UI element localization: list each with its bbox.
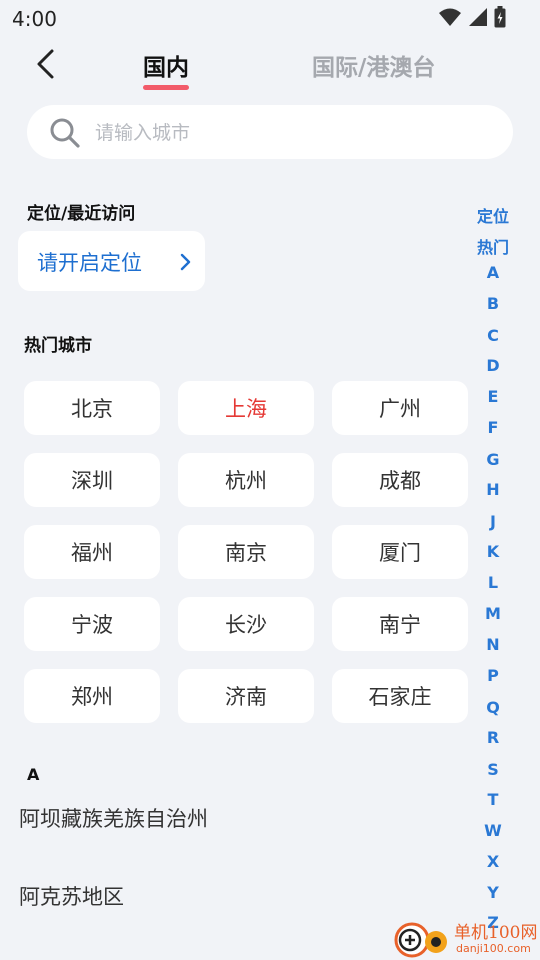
- hot-city-button[interactable]: 福州: [24, 525, 160, 579]
- alphabet-index[interactable]: 定位 热门 A B C D E F G H J K L M N P Q R S …: [472, 200, 514, 940]
- enable-location-label: 请开启定位: [37, 251, 142, 275]
- hot-city-button[interactable]: 深圳: [24, 453, 160, 507]
- index-item-d[interactable]: D: [472, 356, 514, 375]
- hot-city-grid: 北京 上海 广州 深圳 杭州 成都 福州 南京 厦门 宁波 长沙 南宁 郑州 济…: [24, 381, 468, 723]
- city-list-item[interactable]: 阿坝藏族羌族自治州: [19, 803, 208, 833]
- search-bar[interactable]: [27, 105, 513, 159]
- status-icons: [438, 6, 506, 28]
- hot-city-button[interactable]: 济南: [178, 669, 314, 723]
- index-item-k[interactable]: K: [472, 542, 514, 561]
- hot-city-button[interactable]: 成都: [332, 453, 468, 507]
- chevron-right-icon: [180, 253, 191, 271]
- index-item-location[interactable]: 定位: [472, 203, 514, 227]
- hot-city-button[interactable]: 南宁: [332, 597, 468, 651]
- index-item-h[interactable]: H: [472, 480, 514, 499]
- hot-cities-title: 热门城市: [24, 336, 92, 356]
- city-list-item[interactable]: 阿克苏地区: [19, 881, 124, 911]
- hot-city-button[interactable]: 郑州: [24, 669, 160, 723]
- index-item-p[interactable]: P: [472, 666, 514, 685]
- watermark-url: danji100.com: [456, 942, 531, 955]
- list-letter-header: A: [27, 765, 40, 784]
- index-item-r[interactable]: R: [472, 728, 514, 747]
- cell-signal-icon: [469, 8, 487, 26]
- hot-city-button[interactable]: 北京: [24, 381, 160, 435]
- hot-city-button[interactable]: 石家庄: [332, 669, 468, 723]
- tab-international[interactable]: 国际/港澳台: [312, 48, 435, 82]
- hot-city-button[interactable]: 南京: [178, 525, 314, 579]
- hot-city-button[interactable]: 长沙: [178, 597, 314, 651]
- index-item-l[interactable]: L: [472, 573, 514, 592]
- hot-city-button[interactable]: 杭州: [178, 453, 314, 507]
- index-item-s[interactable]: S: [472, 760, 514, 779]
- battery-icon: [494, 6, 506, 28]
- index-item-g[interactable]: G: [472, 450, 514, 469]
- search-input[interactable]: [93, 117, 477, 149]
- index-item-a[interactable]: A: [472, 263, 514, 282]
- index-item-m[interactable]: M: [472, 604, 514, 623]
- status-time: 4:00: [12, 7, 57, 31]
- watermark: 单机100网 danji100.com: [392, 916, 540, 960]
- index-item-e[interactable]: E: [472, 387, 514, 406]
- watermark-title: 单机100网: [454, 923, 538, 943]
- hot-city-button[interactable]: 厦门: [332, 525, 468, 579]
- index-item-f[interactable]: F: [472, 418, 514, 437]
- index-item-y[interactable]: Y: [472, 883, 514, 902]
- wifi-icon: [439, 8, 461, 26]
- watermark-logo-icon: [394, 922, 447, 958]
- index-item-hot[interactable]: 热门: [472, 234, 514, 258]
- hot-city-button[interactable]: 广州: [332, 381, 468, 435]
- index-item-q[interactable]: Q: [472, 698, 514, 717]
- enable-location-button[interactable]: 请开启定位: [18, 231, 205, 291]
- index-item-w[interactable]: W: [472, 821, 514, 840]
- tab-domestic[interactable]: 国内: [143, 48, 189, 82]
- index-item-j[interactable]: J: [472, 512, 514, 531]
- index-item-n[interactable]: N: [472, 635, 514, 654]
- index-item-b[interactable]: B: [472, 294, 514, 313]
- location-section-title: 定位/最近访问: [27, 204, 136, 224]
- index-item-t[interactable]: T: [472, 790, 514, 809]
- hot-city-button[interactable]: 宁波: [24, 597, 160, 651]
- index-item-c[interactable]: C: [472, 326, 514, 345]
- search-icon: [50, 118, 80, 148]
- back-arrow-icon[interactable]: [30, 46, 64, 82]
- hot-city-button-selected[interactable]: 上海: [178, 381, 314, 435]
- index-item-x[interactable]: X: [472, 852, 514, 871]
- active-tab-indicator: [143, 85, 189, 90]
- status-bar: 4:00: [0, 0, 540, 36]
